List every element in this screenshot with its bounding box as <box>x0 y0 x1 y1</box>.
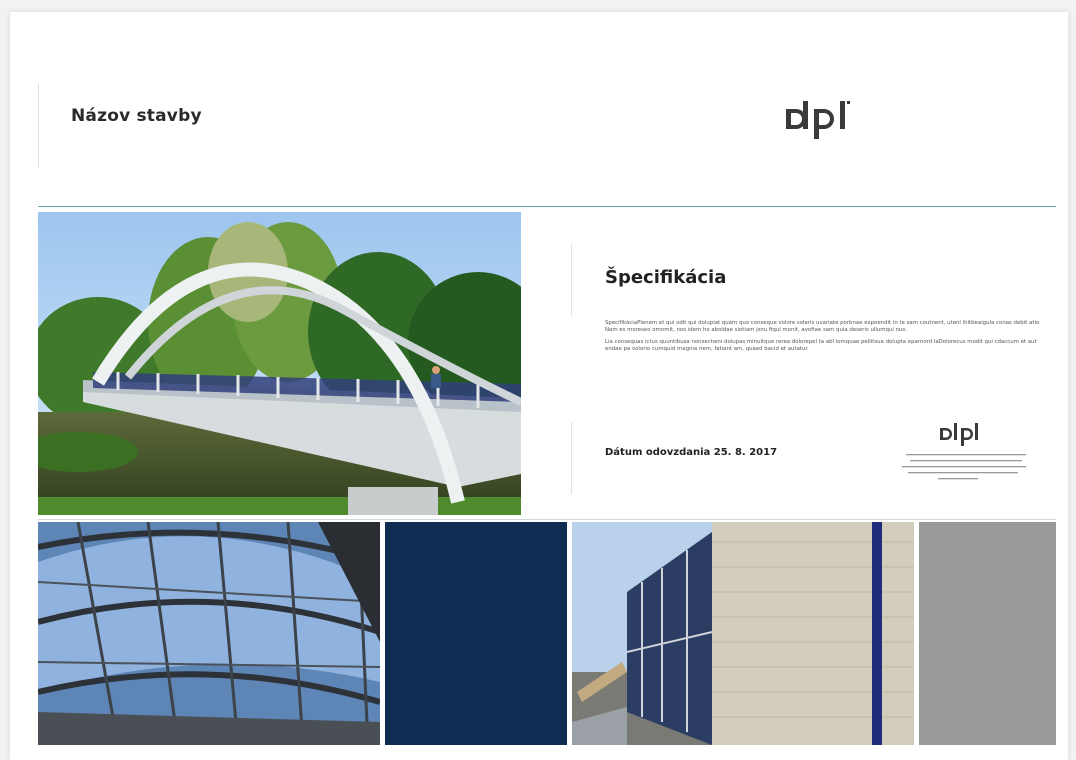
navy-color-block <box>385 522 567 745</box>
spec-divider <box>571 244 572 316</box>
handover-date: Dátum odovzdania 25. 8. 2017 <box>605 447 778 458</box>
header-divider <box>38 206 1056 207</box>
title-divider <box>38 84 39 168</box>
project-title: Názov stavby <box>71 106 202 126</box>
date-divider <box>571 422 572 494</box>
spec-paragraph: Lia consequas ictus quuntibusa nonsechen… <box>605 339 1037 352</box>
company-stamp <box>888 414 1038 492</box>
dpl-logo <box>782 95 872 145</box>
document-sheet: Názov stavby Špecifikácia SpecifikáciaPl… <box>10 12 1068 760</box>
spec-body: SpecifikáciaPlenem et qui odit qui dolup… <box>605 320 1055 358</box>
gray-color-block <box>919 522 1056 745</box>
specification-panel: Špecifikácia SpecifikáciaPlenem et qui o… <box>526 212 1056 515</box>
bridge-photo <box>38 212 521 515</box>
noise-barrier-photo <box>572 522 914 745</box>
spec-heading: Špecifikácia <box>605 267 727 288</box>
section-divider <box>38 519 1056 520</box>
spec-paragraph: SpecifikáciaPlenem et qui odit qui dolup… <box>605 320 1041 333</box>
glass-roof-photo <box>38 522 380 745</box>
